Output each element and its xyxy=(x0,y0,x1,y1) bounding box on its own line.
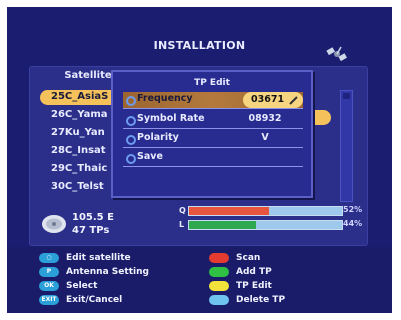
satellite-list-item[interactable]: 26C_Yama xyxy=(51,108,108,122)
symbol-rate-field[interactable]: Symbol Rate 08932 xyxy=(123,112,303,129)
polarity-label: Polarity xyxy=(137,132,179,143)
satellite-position-info: 105.5 E 47 TPs xyxy=(72,211,114,237)
polarity-value: V xyxy=(261,132,269,143)
satellite-list-item[interactable]: 28C_Insat xyxy=(51,144,106,158)
legend-text: Delete TP xyxy=(236,295,286,305)
red-key-icon xyxy=(209,253,229,263)
level-meter-fill xyxy=(189,221,257,229)
satellite-position: 105.5 E xyxy=(72,212,114,223)
save-label: Save xyxy=(137,151,163,162)
save-button[interactable]: Save xyxy=(123,150,303,167)
scroll-up-icon[interactable] xyxy=(343,93,350,99)
satellite-list-item[interactable]: 29C_Thaic xyxy=(51,162,107,176)
satellite-list-item[interactable]: 25C_AsiaS xyxy=(51,90,108,104)
p-key-icon: P xyxy=(39,267,59,277)
legend-text: Add TP xyxy=(236,267,272,277)
ring-icon xyxy=(126,96,136,106)
key-legend: ○ Edit satellite P Antenna Setting OK Se… xyxy=(7,247,392,313)
frequency-field[interactable]: Frequency 03671 xyxy=(123,92,303,109)
scrollbar[interactable] xyxy=(340,90,353,202)
level-label: L xyxy=(179,220,185,229)
frequency-value: 03671 xyxy=(251,94,285,105)
pencil-icon xyxy=(289,96,298,105)
legend-text: Exit/Cancel xyxy=(66,295,123,305)
satellite-list-item[interactable]: 30C_Telst xyxy=(51,180,104,194)
tp-count: 47 TPs xyxy=(72,225,110,236)
green-key-icon xyxy=(209,267,229,277)
symbol-rate-label: Symbol Rate xyxy=(137,113,205,124)
legend-text: Select xyxy=(66,281,98,291)
installation-screen: INSTALLATION Satellite 25C_AsiaS 26C_Yam… xyxy=(7,7,392,313)
ok-key-icon: OK xyxy=(39,281,59,291)
satellite-dish-icon xyxy=(42,215,66,233)
frequency-input[interactable]: 03671 xyxy=(243,92,303,108)
polarity-field[interactable]: Polarity V xyxy=(123,131,303,148)
tp-edit-dialog: TP Edit Frequency 03671 Symbol Rate 0893… xyxy=(111,70,313,198)
quality-label: Q xyxy=(179,206,186,215)
legend-text: Scan xyxy=(236,253,261,263)
frequency-label: Frequency xyxy=(137,93,193,104)
level-meter xyxy=(188,220,343,230)
ring-icon xyxy=(126,154,136,164)
quality-meter-fill xyxy=(189,207,269,215)
symbol-rate-value: 08932 xyxy=(248,113,282,124)
satellite-icon xyxy=(326,46,347,62)
exit-key-icon: EXIT xyxy=(39,295,59,305)
legend-text: Edit satellite xyxy=(66,253,131,263)
blue-key-icon: ○ xyxy=(39,253,59,263)
satellite-list-item[interactable]: 27Ku_Yan xyxy=(51,126,105,140)
ring-icon xyxy=(126,135,136,145)
yellow-key-icon xyxy=(209,281,229,291)
quality-meter xyxy=(188,206,343,216)
legend-text: Antenna Setting xyxy=(66,267,149,277)
level-percent: 44% xyxy=(343,219,363,228)
blue-key-icon xyxy=(209,295,229,305)
quality-percent: 52% xyxy=(343,205,363,214)
legend-text: TP Edit xyxy=(236,281,272,291)
ring-icon xyxy=(126,116,136,126)
dialog-title: TP Edit xyxy=(194,78,230,88)
